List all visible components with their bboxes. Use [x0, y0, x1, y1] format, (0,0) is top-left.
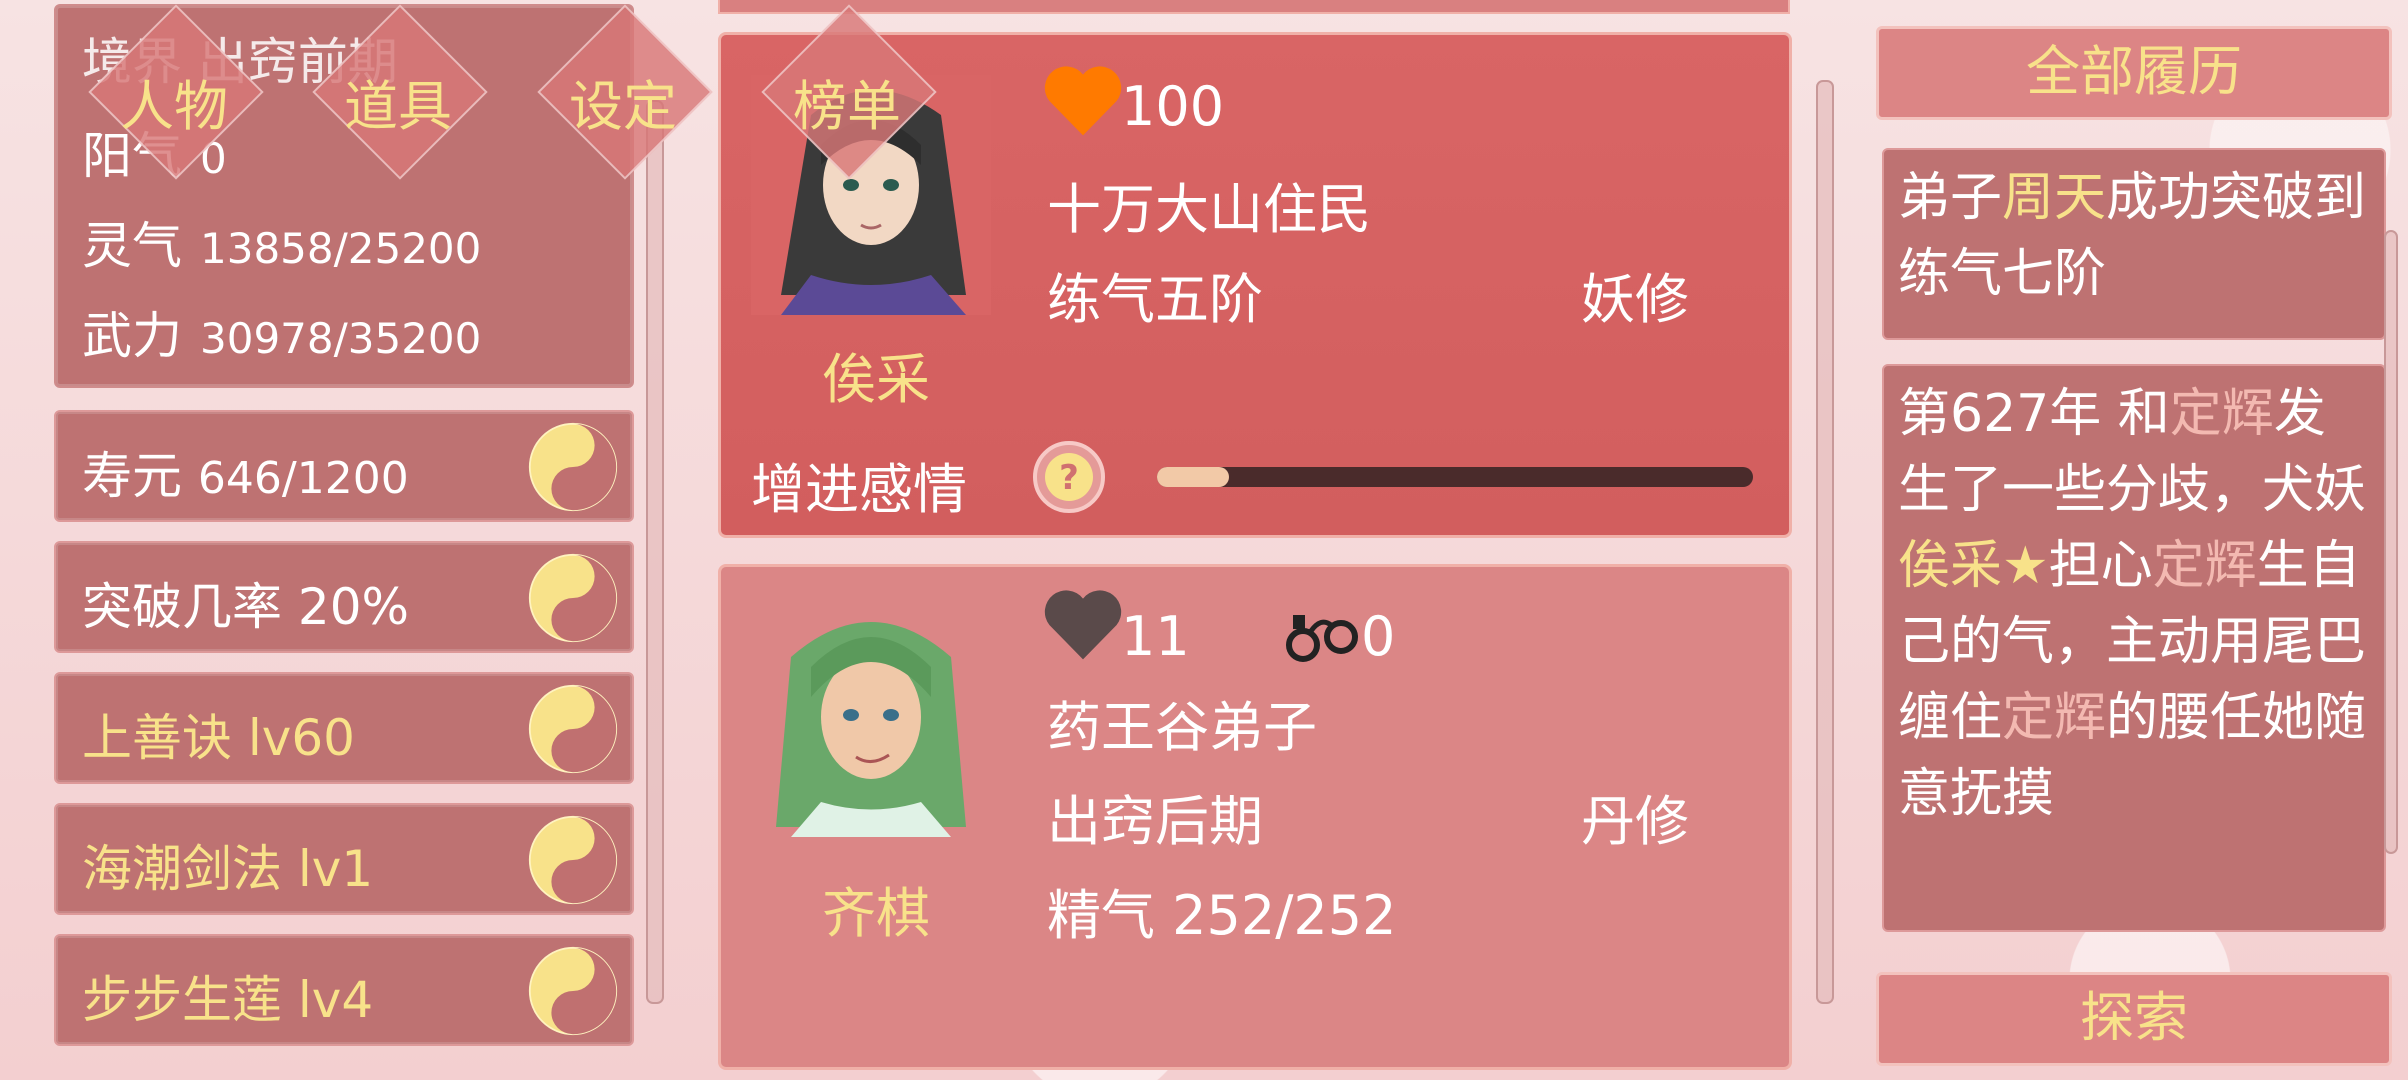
cultivation-type: 妖修 [1581, 268, 1689, 331]
character-card-qiqi[interactable]: 齐棋 11 0 药王谷弟子 出窍后期 丹修 精气 252/252 [718, 564, 1792, 1070]
handcuffs-icon [1286, 615, 1358, 662]
wuli-value: 30978/35200 [200, 314, 482, 363]
skill-row-haichao[interactable]: 海潮剑法 lv1 [54, 803, 634, 915]
skill-row-lifespan[interactable]: 寿元 646/1200 [54, 410, 634, 522]
skill-label: 上善诀 lv60 [82, 709, 355, 767]
left-scrollbar[interactable] [646, 100, 664, 1004]
tab-items[interactable]: 道具 [312, 4, 488, 180]
affection-value: 100 [1121, 75, 1225, 138]
origin-text: 药王谷弟子 [1047, 696, 1317, 759]
yin-yang-icon[interactable] [528, 422, 618, 512]
affection-value: 11 [1121, 605, 1190, 668]
explore-button[interactable]: 探索 [1876, 972, 2392, 1066]
yin-yang-icon[interactable] [528, 553, 618, 643]
middle-scrollbar[interactable] [1816, 80, 1834, 1004]
tab-settings[interactable]: 设定 [537, 4, 713, 180]
skill-label: 寿元 646/1200 [82, 447, 409, 505]
log-entry: 弟子周天成功突破到练气七阶 [1882, 148, 2386, 340]
origin-text: 十万大山住民 [1047, 178, 1371, 241]
skill-label: 海潮剑法 lv1 [82, 840, 374, 898]
lingqi-label: 灵气 [82, 217, 182, 275]
skill-row-bubu[interactable]: 步步生莲 lv4 [54, 934, 634, 1046]
qiqi-name[interactable]: 齐棋 [751, 869, 1001, 948]
heart-icon [1044, 590, 1122, 660]
yin-yang-icon[interactable] [528, 815, 618, 905]
skill-row-shangshan[interactable]: 上善诀 lv60 [54, 672, 634, 784]
cultivation-type: 丹修 [1581, 790, 1689, 853]
realm-text: 出窍后期 [1047, 790, 1263, 853]
tab-characters[interactable]: 人物 [88, 4, 264, 180]
affection-progress-bar[interactable] [1157, 467, 1753, 487]
skill-row-breakthrough[interactable]: 突破几率 20% [54, 541, 634, 653]
heart-icon [1044, 66, 1122, 136]
lingqi-stat: 灵气 13858/25200 [82, 206, 481, 278]
yin-yang-icon[interactable] [528, 946, 618, 1036]
yin-yang-icon[interactable] [528, 684, 618, 774]
skill-label: 突破几率 20% [82, 578, 410, 636]
help-icon[interactable]: ? [1031, 439, 1107, 515]
affection-progress-fill [1157, 467, 1229, 487]
wuli-label: 武力 [82, 307, 182, 365]
qiqi-portrait [751, 597, 991, 837]
tab-rankings[interactable]: 榜单 [761, 4, 937, 180]
lingqi-value: 13858/25200 [200, 224, 482, 273]
right-scrollbar[interactable] [2384, 230, 2398, 854]
increase-affection-label: 增进感情 [751, 458, 967, 521]
skill-label: 步步生莲 lv4 [82, 971, 374, 1029]
log-entry-text: 第627年 和定辉发生了一些分歧，犬妖俟采★担心定辉生自己的气，主动用尾巴缠住定… [1898, 384, 2367, 824]
log-entry: 第627年 和定辉发生了一些分歧，犬妖俟采★担心定辉生自己的气，主动用尾巴缠住定… [1882, 364, 2386, 932]
realm-text: 练气五阶 [1047, 268, 1263, 331]
wuli-stat: 武力 30978/35200 [82, 296, 481, 368]
log-entry-text: 弟子周天成功突破到练气七阶 [1898, 168, 2367, 304]
all-history-button[interactable]: 全部履历 [1876, 26, 2392, 120]
handcuff-value: 0 [1361, 605, 1396, 668]
essence-text: 精气 252/252 [1047, 884, 1397, 947]
houcai-name[interactable]: 俟采 [751, 335, 1001, 414]
svg-text:?: ? [1059, 458, 1079, 498]
